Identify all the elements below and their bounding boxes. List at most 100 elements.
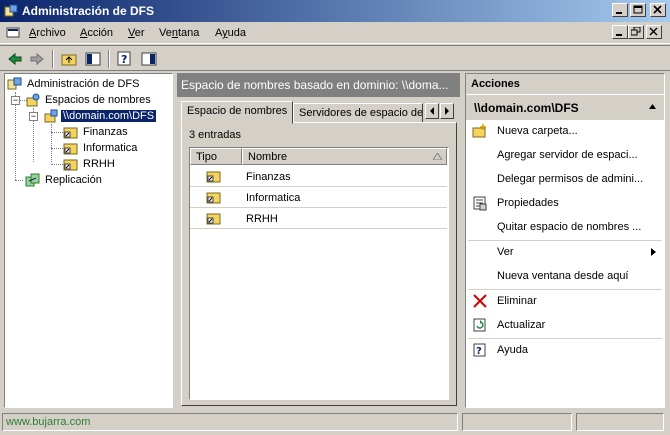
table-row[interactable]: Informatica	[190, 187, 447, 208]
tab-scroll-right-button[interactable]	[440, 103, 454, 119]
show-hide-tree-icon[interactable]	[84, 50, 102, 68]
tree-line	[51, 164, 63, 165]
console-icon	[6, 27, 20, 38]
row-name: Finanzas	[246, 171, 291, 183]
status-cell	[576, 413, 664, 431]
submenu-arrow-icon	[651, 248, 656, 256]
tree-line	[51, 124, 52, 162]
namespace-root-icon	[44, 109, 58, 123]
window-title: Administración de DFS	[22, 4, 155, 18]
svg-text:?: ?	[121, 53, 127, 66]
action-label: Nueva ventana desde aquí	[497, 270, 629, 282]
action-ver[interactable]: Ver	[466, 241, 664, 263]
column-header-tipo[interactable]: Tipo	[190, 148, 242, 165]
actions-header: Acciones	[466, 74, 664, 94]
status-cell-main: www.bujarra.com	[2, 413, 458, 431]
console-tree: Administración de DFS − Espacios de nomb…	[4, 73, 173, 408]
tree-line	[15, 180, 23, 181]
sort-ascending-icon	[433, 153, 442, 160]
row-name: RRHH	[246, 213, 278, 225]
back-arrow-icon[interactable]	[6, 50, 24, 68]
tree-line	[15, 92, 16, 180]
collapse-up-icon	[649, 104, 656, 109]
namespaces-icon	[26, 93, 40, 107]
action-delegar-permisos[interactable]: Delegar permisos de admini...	[466, 168, 664, 190]
menu-accion[interactable]: Acción	[80, 27, 113, 39]
action-label: Nueva carpeta...	[497, 125, 578, 137]
status-cell	[462, 413, 572, 431]
forward-arrow-icon[interactable]	[28, 50, 46, 68]
details-pane-header: Espacio de nombres basado en dominio: \\…	[177, 73, 460, 97]
column-header-nombre[interactable]: Nombre	[242, 148, 447, 165]
new-folder-icon	[472, 124, 486, 138]
show-hide-action-pane-icon[interactable]	[140, 50, 158, 68]
child-restore-button[interactable]	[628, 25, 644, 39]
tab-espacio-de-nombres[interactable]: Espacio de nombres	[181, 101, 293, 124]
table-row[interactable]: RRHH	[190, 208, 447, 229]
action-label: Ver	[497, 246, 514, 258]
tree-line	[51, 132, 63, 133]
action-quitar-espacio[interactable]: Quitar espacio de nombres ...	[466, 216, 664, 238]
details-pane: Espacio de nombres basado en dominio: \\…	[177, 73, 460, 408]
folder-link-icon	[206, 171, 221, 183]
entry-count: 3 entradas	[189, 129, 241, 141]
svg-text:?: ?	[476, 346, 482, 357]
help-icon: ?	[473, 343, 486, 357]
action-propiedades[interactable]: Propiedades	[466, 192, 664, 214]
status-bar: www.bujarra.com	[0, 411, 670, 435]
menu-bar: Archivo Acción Ver Ventana Ayuda	[0, 22, 670, 44]
refresh-icon	[473, 318, 486, 332]
action-label: Delegar permisos de admini...	[497, 173, 644, 185]
menu-ayuda[interactable]: Ayuda	[215, 27, 246, 39]
minimize-button[interactable]	[612, 3, 628, 17]
tree-node-label: Administración de DFS	[27, 78, 140, 90]
action-label: Eliminar	[497, 295, 537, 307]
action-label: Actualizar	[497, 319, 546, 331]
watermark-text: www.bujarra.com	[6, 416, 91, 428]
tree-node-label: Replicación	[45, 174, 102, 186]
title-bar[interactable]: Administración de DFS	[0, 0, 670, 22]
restore-icon	[631, 27, 641, 36]
folder-link-icon	[63, 159, 78, 171]
expand-toggle[interactable]: −	[11, 96, 20, 105]
toolbar-separator	[52, 50, 54, 68]
tree-node-label: Finanzas	[83, 126, 128, 138]
child-close-button[interactable]	[646, 25, 662, 39]
action-nueva-carpeta[interactable]: Nueva carpeta...	[466, 120, 664, 142]
folder-link-icon	[206, 213, 221, 225]
tab-strip: Espacio de nombres Servidores de espacio…	[181, 101, 457, 124]
help-icon[interactable]: ?	[116, 50, 134, 68]
chevron-right-icon	[445, 107, 449, 115]
maximize-button[interactable]	[630, 3, 646, 17]
properties-icon	[473, 196, 487, 211]
folder-list[interactable]: Tipo Nombre Finanzas Informatica RRHH	[189, 147, 449, 400]
actions-section-header[interactable]: \\domain.com\DFS	[466, 94, 664, 120]
tree-node-label: Espacios de nombres	[45, 94, 151, 106]
expand-toggle[interactable]: −	[29, 112, 38, 121]
row-name: Informatica	[246, 192, 301, 204]
child-minimize-button[interactable]	[612, 25, 628, 39]
toolbar: ?	[0, 45, 670, 71]
minimize-icon	[616, 12, 622, 14]
actions-section-label: \\domain.com\DFS	[474, 101, 579, 115]
toolbar-separator	[108, 50, 110, 68]
action-nueva-ventana[interactable]: Nueva ventana desde aquí	[466, 265, 664, 287]
menu-ventana[interactable]: Ventana	[159, 27, 199, 39]
maximize-icon	[633, 5, 643, 14]
action-agregar-servidor[interactable]: Agregar servidor de espaci...	[466, 144, 664, 166]
tab-scroll-left-button[interactable]	[425, 103, 439, 119]
minimize-icon	[616, 34, 622, 36]
table-row[interactable]: Finanzas	[190, 166, 447, 187]
action-ayuda[interactable]: ? Ayuda	[466, 339, 664, 361]
tree-node-label: RRHH	[83, 158, 115, 170]
action-eliminar[interactable]: Eliminar	[466, 290, 664, 312]
up-folder-icon[interactable]	[60, 50, 78, 68]
replication-icon	[25, 173, 40, 187]
close-icon	[649, 27, 658, 36]
menu-archivo[interactable]: Archivo	[29, 27, 66, 39]
menu-ver[interactable]: Ver	[128, 27, 145, 39]
close-icon	[653, 5, 662, 14]
close-button[interactable]	[650, 3, 666, 17]
action-actualizar[interactable]: Actualizar	[466, 314, 664, 336]
tab-servidores[interactable]: Servidores de espacio de n	[293, 103, 423, 123]
